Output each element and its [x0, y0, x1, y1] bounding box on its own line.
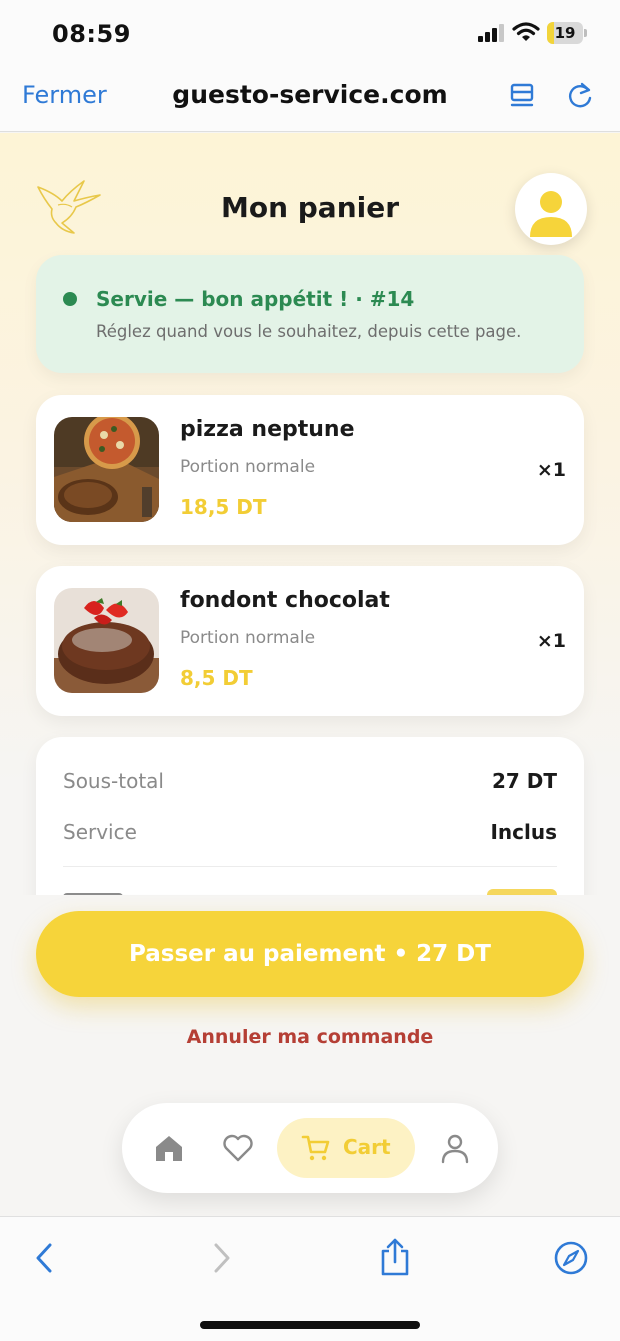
service-label: Service — [63, 820, 137, 844]
item-price: 18,5 DT — [180, 495, 267, 519]
tab-profile[interactable] — [432, 1118, 478, 1178]
order-status-card: Servie — bon appétit ! · #14 Réglez quan… — [36, 255, 584, 373]
item-name: pizza neptune — [180, 417, 355, 442]
service-value: Inclus — [490, 820, 557, 844]
subtotal-row: Sous-total 27 DT — [63, 769, 557, 793]
cancel-order-link[interactable]: Annuler ma commande — [0, 1026, 620, 1048]
summary-divider — [63, 866, 557, 867]
item-quantity: ×1 — [536, 630, 566, 652]
reader-view-icon[interactable] — [508, 80, 538, 112]
bottom-tab-bar: Cart — [122, 1103, 498, 1193]
item-name: fondont chocolat — [180, 588, 390, 613]
user-icon — [441, 1134, 469, 1164]
tab-favorites[interactable] — [214, 1118, 260, 1178]
home-icon — [156, 1136, 182, 1161]
cart-item[interactable]: pizza neptune Portion normale 18,5 DT ×1 — [36, 395, 584, 545]
tab-home[interactable] — [146, 1118, 192, 1178]
share-icon[interactable] — [378, 1237, 412, 1277]
service-row: Service Inclus — [63, 820, 557, 844]
reload-icon[interactable] — [566, 80, 596, 112]
order-status-subtitle: Réglez quand vous le souhaitez, depuis c… — [96, 322, 522, 341]
item-portion: Portion normale — [180, 628, 316, 648]
back-icon[interactable] — [30, 1241, 60, 1275]
item-quantity: ×1 — [536, 459, 566, 481]
cart-icon — [301, 1135, 330, 1161]
status-dot — [63, 292, 77, 306]
browser-toolbar: Fermer guesto-service.com — [0, 64, 620, 132]
checkout-button[interactable]: Passer au paiement • 27 DT — [36, 911, 584, 997]
heart-icon — [223, 1134, 253, 1162]
order-status-title: Servie — bon appétit ! · #14 — [96, 287, 415, 311]
wifi-icon — [512, 22, 540, 41]
browser-bottom-toolbar — [0, 1216, 620, 1341]
home-indicator — [200, 1321, 420, 1329]
user-avatar-icon — [530, 191, 572, 237]
subtotal-value: 27 DT — [491, 769, 557, 793]
pizza-image — [54, 417, 159, 522]
cart-item[interactable]: fondont chocolat Portion normale 8,5 DT … — [36, 566, 584, 716]
subtotal-label: Sous-total — [63, 769, 164, 793]
tab-cart-label: Cart — [343, 1135, 391, 1159]
forward-icon[interactable] — [206, 1241, 236, 1275]
tab-cart[interactable]: Cart — [277, 1118, 415, 1178]
cellular-signal-icon — [478, 24, 504, 42]
item-price: 8,5 DT — [180, 666, 253, 690]
profile-avatar-button[interactable] — [515, 173, 587, 245]
status-bar: 08:59 19 — [0, 0, 620, 64]
battery-icon: 19 — [547, 22, 587, 44]
compass-icon[interactable] — [553, 1240, 589, 1276]
chocolate-fondant-image — [54, 588, 159, 693]
battery-level: 19 — [554, 24, 576, 42]
item-portion: Portion normale — [180, 457, 316, 477]
status-time: 08:59 — [52, 20, 131, 48]
cart-page: Mon panier Servie — bon appétit ! · #14 … — [0, 133, 620, 1216]
